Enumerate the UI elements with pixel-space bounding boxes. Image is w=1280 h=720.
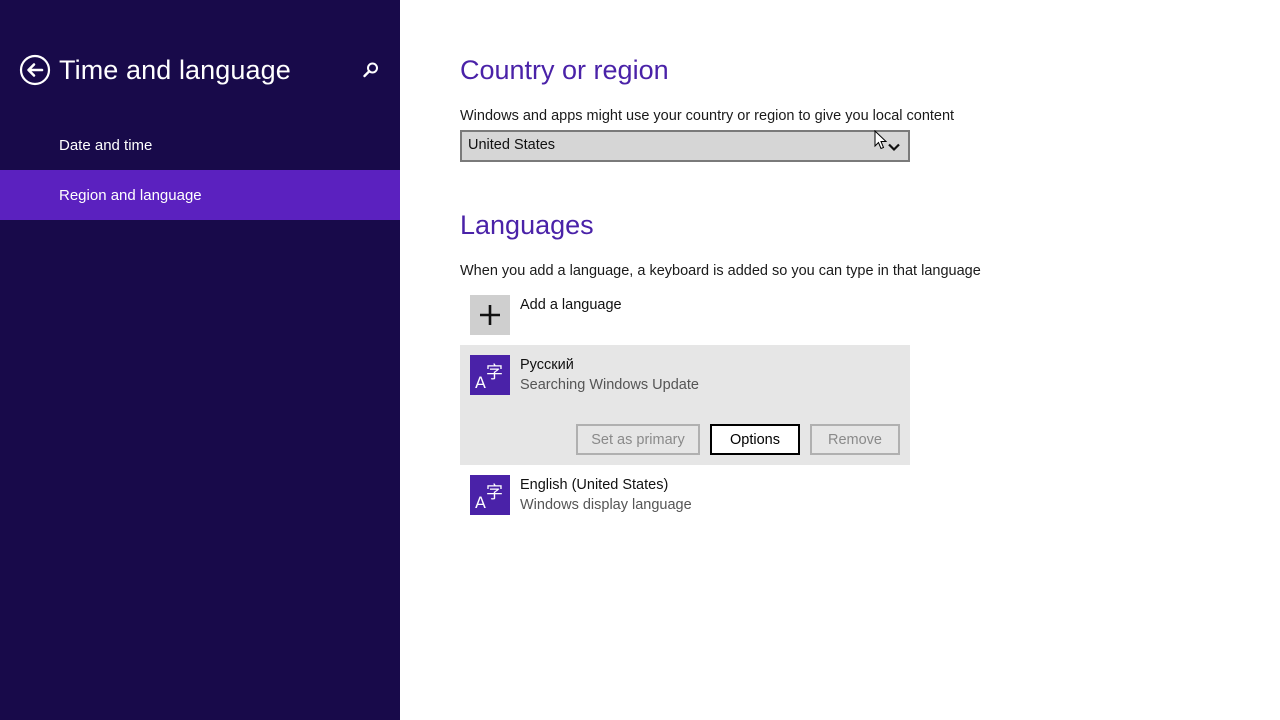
add-language-label: Add a language (520, 297, 622, 313)
main-content: Country or region Windows and apps might… (460, 0, 1260, 720)
page-title: Time and language (59, 55, 291, 85)
svg-text:字: 字 (486, 483, 503, 503)
back-arrow-icon (19, 54, 51, 86)
language-tile: A 字 (470, 355, 510, 395)
language-name: English (United States) (520, 477, 669, 493)
svg-text:A: A (475, 373, 486, 392)
search-button[interactable] (361, 60, 381, 80)
svg-text:字: 字 (486, 363, 503, 383)
sidebar-item-date-and-time[interactable]: Date and time (0, 120, 400, 170)
options-button[interactable]: Options (710, 424, 800, 455)
chevron-down-icon (888, 143, 900, 152)
add-language-button[interactable]: Add a language (470, 295, 870, 335)
language-item-russian[interactable]: A 字 Русский Searching Windows Update Set… (460, 345, 910, 465)
language-icon: A 字 (475, 483, 503, 512)
country-select-value: United States (468, 137, 556, 153)
sidebar-item-label: Region and language (59, 186, 202, 204)
language-name: Русский (520, 357, 574, 373)
sidebar-nav: Date and time Region and language (0, 120, 400, 220)
back-button[interactable] (19, 54, 51, 86)
remove-button[interactable]: Remove (810, 424, 900, 455)
search-icon (363, 62, 378, 78)
country-heading: Country or region (460, 55, 669, 85)
languages-heading: Languages (460, 210, 594, 240)
mouse-cursor-icon (874, 130, 888, 150)
languages-description: When you add a language, a keyboard is a… (460, 263, 981, 279)
language-status: Searching Windows Update (520, 377, 699, 393)
sidebar-item-label: Date and time (59, 136, 153, 154)
country-select[interactable]: United States (460, 130, 910, 162)
set-as-primary-button[interactable]: Set as primary (576, 424, 700, 455)
plus-icon (480, 305, 500, 325)
language-icon: A 字 (475, 363, 503, 392)
sidebar: Time and language Date and time Region a… (0, 0, 400, 720)
sidebar-item-region-and-language[interactable]: Region and language (0, 170, 400, 220)
country-description: Windows and apps might use your country … (460, 108, 955, 124)
svg-text:A: A (475, 493, 486, 512)
language-status: Windows display language (520, 497, 692, 513)
language-tile: A 字 (470, 475, 510, 515)
plus-tile (470, 295, 510, 335)
language-item-english[interactable]: A 字 English (United States) Windows disp… (470, 475, 870, 515)
